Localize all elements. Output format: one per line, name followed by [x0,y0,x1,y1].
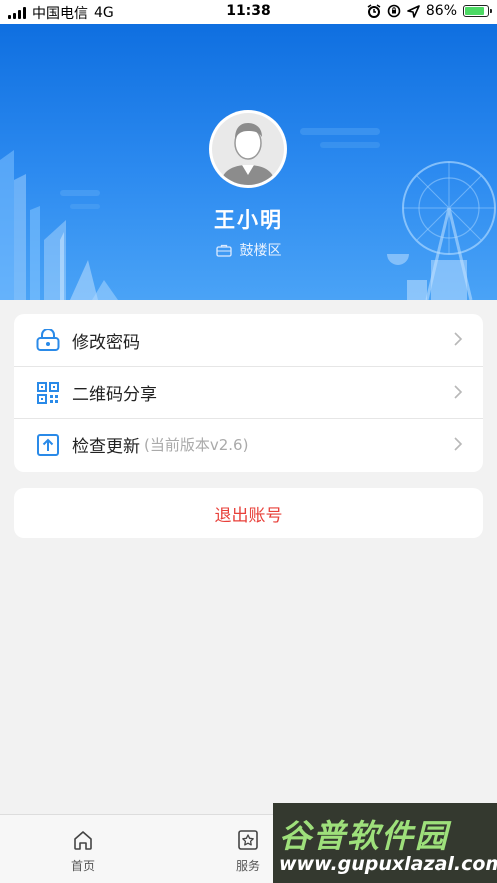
logout-button[interactable]: 退出账号 [14,488,483,538]
user-silhouette-icon [212,113,284,185]
location-arrow-icon [407,4,420,18]
briefcase-icon [215,244,232,257]
avatar[interactable] [209,110,287,188]
service-star-icon [238,830,258,850]
upload-arrow-icon [36,433,60,457]
chevron-right-icon [454,332,463,346]
chevron-right-icon [454,437,463,451]
tab-service[interactable]: 服务 [218,829,278,874]
menu-label-change-password: 修改密码 [72,332,140,353]
watermark-title: 谷普软件园 [279,817,450,855]
watermark-url: www.gupuxlazal.com [279,853,497,875]
cloud-decoration [300,128,380,135]
profile-header: 王小明 鼓楼区 [0,24,497,300]
status-right: 86% [367,3,492,19]
logout-label: 退出账号 [214,505,283,526]
battery-icon [463,5,492,17]
qr-code-icon [36,381,60,405]
alarm-icon [367,4,381,18]
site-watermark: 谷普软件园 www.gupuxlazal.com [273,803,497,883]
lock-icon [36,328,60,352]
menu-item-change-password[interactable]: 修改密码 [14,314,483,366]
user-district: 鼓楼区 [0,240,497,260]
tab-home[interactable]: 首页 [53,829,113,874]
current-version-note: (当前版本v2.6) [144,436,249,454]
tab-home-label: 首页 [70,859,95,873]
tab-service-label: 服务 [235,859,260,873]
menu-item-qr-share[interactable]: 二维码分享 [14,366,483,418]
menu-label-check-update: 检查更新 [72,437,140,457]
menu-item-check-update[interactable]: 检查更新 (当前版本v2.6) [14,418,483,470]
district-label: 鼓楼区 [239,243,282,259]
status-bar: 中国电信 4G 11:38 86% [0,0,497,24]
chevron-right-icon [454,385,463,399]
rotation-lock-icon [387,4,401,18]
cloud-decoration [320,142,380,148]
user-name: 王小明 [214,208,283,232]
battery-percent: 86% [425,3,457,19]
menu-label-qr-share: 二维码分享 [72,385,157,405]
settings-menu: 修改密码 二维码分享 检查更新 (当前版本v2.6) [14,314,483,472]
home-icon [74,831,92,850]
